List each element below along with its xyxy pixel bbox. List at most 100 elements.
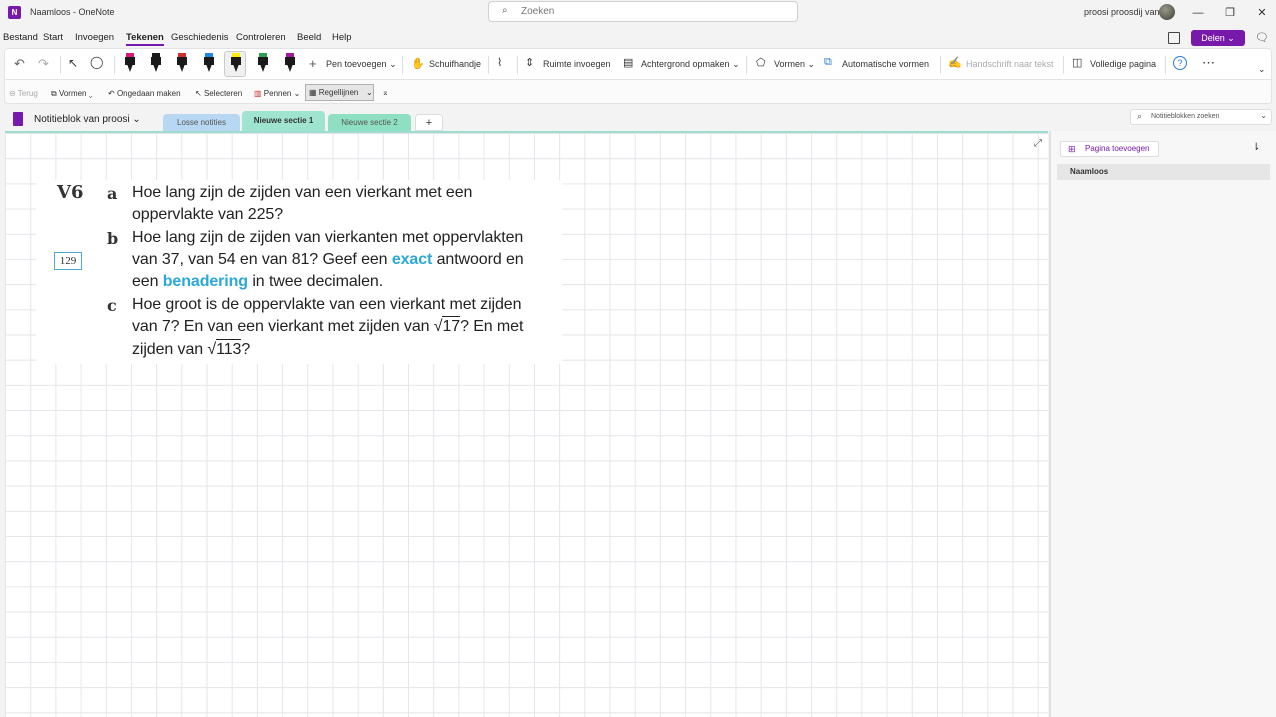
notebook-search-input[interactable]: ⌕ Notitieblokken zoeken ⌄: [1130, 109, 1272, 125]
menu-beeld[interactable]: Beeld: [297, 32, 321, 43]
sqrt-113: 113: [216, 339, 242, 358]
menu-controleren[interactable]: Controleren: [236, 32, 286, 43]
full-page-icon: ◫: [1072, 57, 1083, 69]
comments-icon[interactable]: 🗨: [1255, 31, 1269, 44]
tab-nieuwe-sectie-1[interactable]: Nieuwe sectie 1: [242, 111, 325, 131]
pen-6[interactable]: [258, 53, 268, 73]
search-icon: ⌕: [1137, 111, 1143, 121]
sort-icon[interactable]: ⇂: [1252, 142, 1260, 153]
back-button[interactable]: ⊖ Terug: [9, 89, 38, 98]
sqrt-17: 17: [442, 316, 461, 335]
pen-5[interactable]: [231, 53, 241, 73]
format-background-button[interactable]: Achtergrond opmaken ⌄: [641, 59, 740, 70]
undo-icon[interactable]: ↶: [14, 56, 25, 72]
expand-icon[interactable]: ⤢: [1034, 138, 1042, 149]
select-quick-button[interactable]: ↖ Selecteren: [195, 89, 242, 98]
pens-quick-button[interactable]: ▥ Pennen ⌄: [254, 89, 300, 98]
chevron-down-icon: ⌄: [366, 88, 373, 97]
separator: [402, 56, 403, 74]
menu-geschiedenis[interactable]: Geschiedenis: [171, 32, 229, 43]
page-reference: 129: [54, 252, 82, 270]
add-section-button[interactable]: +: [415, 114, 443, 131]
part-a-line-2: oppervlakte van 225?: [132, 206, 284, 223]
exercise-image[interactable]: [36, 180, 562, 364]
pen-4[interactable]: [204, 53, 214, 73]
part-b-line-3: een benadering in twee decimalen.: [132, 273, 384, 290]
part-c-label: c: [107, 296, 117, 315]
pen-tip: [233, 64, 239, 72]
pen-3[interactable]: [177, 53, 187, 73]
search-input[interactable]: ⌕ Zoeken: [488, 1, 798, 22]
separator: [940, 56, 941, 74]
customize-toolbar-icon[interactable]: ⌅: [382, 88, 389, 97]
separator: [1165, 56, 1166, 74]
rule-lines-button[interactable]: ▦ Regellijnen ⌄: [305, 84, 374, 101]
pen-tip: [260, 64, 266, 72]
menu-invoegen[interactable]: Invoegen: [75, 32, 114, 43]
add-pen-label: Pen toevoegen: [326, 59, 387, 69]
notebook-selector[interactable]: Notitieblok van proosi ⌄: [34, 114, 141, 125]
full-page-button[interactable]: Volledige pagina: [1090, 59, 1156, 69]
insert-space-button[interactable]: Ruimte invoegen: [543, 59, 611, 69]
lasso-icon[interactable]: ◯: [90, 55, 103, 69]
page-list-item[interactable]: Naamloos: [1057, 164, 1270, 180]
ink-to-text-button[interactable]: Handschrift naar tekst: [966, 59, 1054, 69]
onenote-logo-icon: N: [8, 6, 21, 19]
undo-quick-button[interactable]: ↶ Ongedaan maken: [108, 89, 181, 98]
select-icon[interactable]: ↖: [68, 56, 78, 70]
add-page-button[interactable]: ⊞ Pagina toevoegen: [1060, 141, 1159, 157]
pages-panel: [1049, 131, 1276, 717]
add-pen-button[interactable]: Pen toevoegen ⌄: [326, 59, 397, 70]
part-c-line-2: van 7? En van een vierkant met zijden va…: [132, 316, 524, 335]
select-quick-label: Selecteren: [203, 89, 243, 98]
exercise-number: V6: [57, 182, 84, 203]
pen-tip: [179, 64, 185, 72]
minimize-button[interactable]: —: [1188, 4, 1208, 22]
shapes-button[interactable]: Vormen ⌄: [774, 59, 815, 70]
close-button[interactable]: ✕: [1252, 4, 1272, 22]
shapes-quick-button[interactable]: ⧉ Vormen ⌄: [51, 89, 93, 99]
menu-bestand[interactable]: Bestand: [3, 32, 38, 43]
ruler-icon[interactable]: ⌇: [497, 56, 502, 69]
separator: [488, 56, 489, 74]
plus-icon: +: [309, 56, 317, 71]
add-page-icon: ⊞: [1068, 144, 1076, 154]
restore-button[interactable]: ❐: [1220, 4, 1240, 22]
ink-to-text-icon: ✍: [948, 57, 962, 69]
shapes-quick-label: Vormen: [58, 89, 87, 98]
tab-losse-notities[interactable]: Losse notities: [163, 114, 240, 131]
rule-lines-label: Regellijnen: [318, 88, 359, 97]
part-b-label: b: [107, 229, 119, 248]
share-button[interactable]: Delen ⌄: [1191, 30, 1245, 46]
separator: [746, 56, 747, 74]
collapse-ribbon-icon[interactable]: ⌄: [1258, 64, 1266, 75]
more-options-icon[interactable]: ⋯: [1202, 55, 1215, 71]
page-item-title: Naamloos: [1070, 167, 1109, 176]
part-b-line-2: van 37, van 54 en van 81? Geef een exact…: [132, 251, 524, 268]
menu-help[interactable]: Help: [332, 32, 352, 43]
help-icon[interactable]: ?: [1173, 56, 1187, 70]
separator: [60, 56, 61, 74]
user-name[interactable]: proosi proosdij van: [1084, 7, 1160, 17]
insert-space-icon: ⇕: [525, 57, 535, 69]
tab-nieuwe-sectie-2[interactable]: Nieuwe sectie 2: [328, 114, 411, 131]
background-icon: ▤: [623, 57, 634, 69]
part-b-line-1: Hoe lang zijn de zijden van vierkanten m…: [132, 229, 524, 246]
pen-2[interactable]: [151, 53, 161, 73]
auto-shapes-button[interactable]: Automatische vormen: [842, 59, 929, 69]
window-title: Naamloos - OneNote: [30, 7, 115, 17]
pen-7[interactable]: [285, 53, 295, 73]
menu-start[interactable]: Start: [43, 32, 63, 43]
chevron-down-icon: ⌄: [1260, 111, 1267, 120]
shapes-icon: ⬠: [756, 57, 766, 69]
pen-1[interactable]: [125, 53, 135, 73]
notebook-purple-icon: [13, 112, 23, 126]
separator: [114, 56, 115, 74]
notebook-icon[interactable]: [1168, 32, 1180, 44]
pan-hand-button[interactable]: Schuifhandje: [429, 59, 481, 69]
search-placeholder: Zoeken: [521, 6, 555, 17]
avatar[interactable]: [1159, 4, 1175, 20]
redo-icon[interactable]: ↷: [38, 56, 49, 72]
search-icon: ⌕: [502, 5, 508, 16]
menu-tekenen[interactable]: Tekenen: [126, 32, 164, 46]
